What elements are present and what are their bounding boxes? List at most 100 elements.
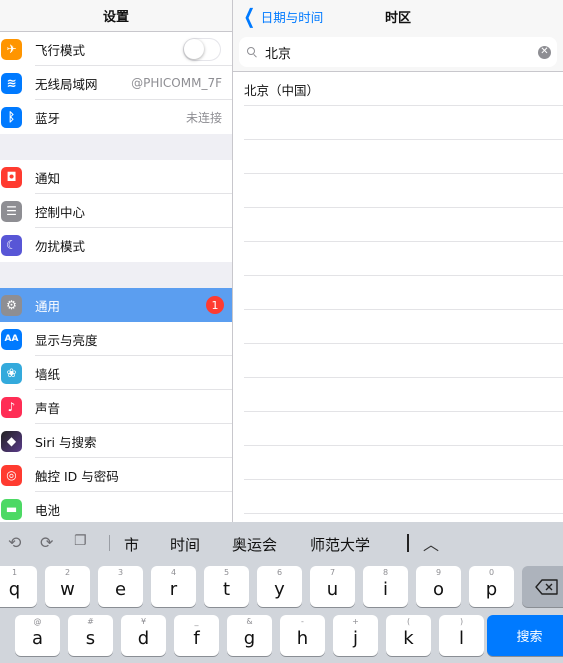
key-y[interactable]: 6y [257, 566, 302, 607]
key-e[interactable]: 3e [98, 566, 143, 607]
suggestion-item[interactable]: 奥运会 [232, 534, 277, 555]
search-input[interactable] [265, 44, 505, 60]
key-i[interactable]: 8i [363, 566, 408, 607]
sidebar-item-label: 蓝牙 [35, 110, 61, 126]
suggestion-item[interactable]: 市 [124, 534, 139, 555]
control-center-icon: ☰ [1, 200, 22, 222]
sidebar-item-label: 通知 [35, 170, 61, 186]
key-o[interactable]: 9o [416, 566, 461, 607]
search-field-container[interactable]: ✕ [239, 37, 557, 67]
empty-row [233, 140, 563, 174]
key-s[interactable]: # s [68, 615, 113, 656]
wifi-icon: ≋ [1, 72, 22, 94]
sidebar-item-touch-id-passcode[interactable]: ◎ 触控 ID 与密码 [0, 458, 232, 492]
undo-icon[interactable]: ⟲ [8, 533, 21, 552]
key-l[interactable]: ) l [439, 615, 484, 656]
key-a[interactable]: @ a [15, 615, 60, 656]
backspace-icon [535, 578, 558, 595]
wallpaper-icon: ❀ [1, 362, 22, 384]
battery-icon: ▬ [1, 498, 22, 520]
fingerprint-icon: ◎ [1, 464, 22, 486]
time-zone-panel: ❮ 日期与时间 时区 ✕ 北京（中国） [233, 0, 563, 522]
sidebar-item-do-not-disturb[interactable]: ☾ 勿扰模式 [0, 228, 232, 262]
key-w[interactable]: 2w [45, 566, 90, 607]
key-u[interactable]: 7u [310, 566, 355, 607]
sound-icon: ♪ [1, 396, 22, 418]
sidebar-item-label: 显示与亮度 [35, 332, 98, 348]
sidebar-item-label: 墙纸 [35, 366, 61, 382]
page-title: 时区 [384, 11, 411, 26]
suggestion-item[interactable]: 师范大学 [310, 534, 370, 555]
key-f[interactable]: _ f [174, 615, 219, 656]
suggestion-item[interactable]: 时间 [170, 534, 200, 555]
result-label: 北京（中国） [244, 82, 320, 98]
search-key[interactable]: 搜索 [487, 615, 563, 656]
sidebar-header: 设置 [0, 0, 232, 32]
sidebar-item-display-brightness[interactable]: AA 显示与亮度 [0, 322, 232, 356]
toolbar-divider [109, 535, 110, 551]
settings-group-connectivity: ✈ 飞行模式 ≋ 无线局域网 @PHICOMM_7F ᛒ 蓝牙 未连接 [0, 32, 232, 134]
backspace-key[interactable] [522, 566, 563, 607]
key-k[interactable]: (k [386, 615, 431, 656]
moon-icon: ☾ [1, 234, 22, 256]
key-q[interactable]: 1q [0, 566, 37, 607]
sidebar-item-control-center[interactable]: ☰ 控制中心 [0, 194, 232, 228]
keyboard-suggestion-bar: ⟲ ⟳ ❐ 市 时间 奥运会 师范大学 ︿ [0, 522, 563, 563]
sidebar-item-siri-search[interactable]: ◆ Siri 与搜索 [0, 424, 232, 458]
empty-row [233, 344, 563, 378]
key-r[interactable]: 4r [151, 566, 196, 607]
toggle-knob [184, 38, 204, 59]
sidebar-item-general[interactable]: ⚙ 通用 1 [0, 288, 232, 322]
sidebar-item-notifications[interactable]: ◘ 通知 [0, 160, 232, 194]
airplane-icon: ✈ [1, 38, 22, 60]
key-g[interactable]: & g [227, 615, 272, 656]
airplane-mode-toggle[interactable] [183, 37, 221, 61]
key-t[interactable]: 5t [204, 566, 249, 607]
paste-icon[interactable]: ❐ [74, 533, 87, 549]
search-icon [247, 47, 257, 58]
redo-icon[interactable]: ⟳ [40, 533, 53, 552]
gear-icon: ⚙ [1, 294, 22, 316]
results-list: 北京（中国） [233, 72, 563, 514]
suggestion-overflow-marker [407, 534, 409, 552]
key-h[interactable]: -h [280, 615, 325, 656]
sidebar-item-wifi[interactable]: ≋ 无线局域网 @PHICOMM_7F [0, 66, 232, 100]
sidebar-item-wallpaper[interactable]: ❀ 墙纸 [0, 356, 232, 390]
bluetooth-status-value: 未连接 [185, 110, 222, 125]
sidebar-item-label: Siri 与搜索 [35, 434, 97, 450]
key-p[interactable]: 0p [469, 566, 514, 607]
key-d[interactable]: ¥ d [121, 615, 166, 656]
sidebar-item-label: 勿扰模式 [35, 238, 86, 254]
empty-row [233, 412, 563, 446]
sidebar-item-label: 控制中心 [35, 204, 86, 220]
empty-row [233, 276, 563, 310]
empty-row [233, 310, 563, 344]
empty-row [233, 208, 563, 242]
sidebar-item-label: 电池 [35, 502, 61, 518]
settings-group-general: ⚙ 通用 1 AA 显示与亮度 ❀ 墙纸 ♪ 声音 ◆ Siri 与搜索 ◎ 触… [0, 288, 232, 522]
empty-row [233, 174, 563, 208]
search-bar: ✕ [233, 32, 563, 72]
notifications-icon: ◘ [1, 166, 22, 188]
sidebar-item-sounds[interactable]: ♪ 声音 [0, 390, 232, 424]
sidebar-item-label: 触控 ID 与密码 [35, 468, 119, 484]
clear-icon[interactable]: ✕ [538, 45, 551, 59]
bluetooth-icon: ᛒ [1, 106, 22, 128]
update-badge: 1 [206, 296, 224, 314]
sidebar-item-battery[interactable]: ▬ 电池 [0, 492, 232, 522]
sidebar-item-label: 无线局域网 [35, 76, 98, 92]
key-j[interactable]: + j [333, 615, 378, 656]
sidebar-item-airplane-mode[interactable]: ✈ 飞行模式 [0, 32, 232, 66]
sidebar-item-bluetooth[interactable]: ᛒ 蓝牙 未连接 [0, 100, 232, 134]
empty-row [233, 106, 563, 140]
settings-sidebar: 设置 ✈ 飞行模式 ≋ 无线局域网 @PHICOMM_7F ᛒ 蓝牙 未连接 ◘… [0, 0, 232, 522]
sidebar-item-label: 声音 [35, 400, 61, 416]
empty-row [233, 378, 563, 412]
group-gap [0, 134, 232, 160]
wifi-network-value: @PHICOMM_7F [131, 76, 222, 90]
sidebar-item-label: 通用 [35, 298, 61, 314]
chevron-up-icon[interactable]: ︿ [423, 531, 439, 555]
result-row-beijing[interactable]: 北京（中国） [233, 72, 563, 106]
empty-row [233, 446, 563, 480]
display-icon: AA [1, 328, 22, 350]
